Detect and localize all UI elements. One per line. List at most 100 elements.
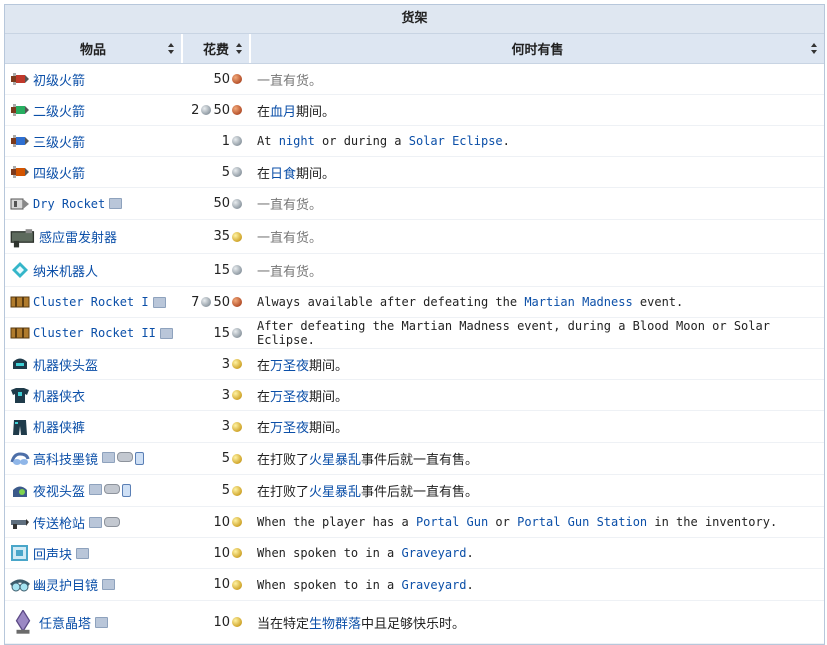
silver-coin-icon: [232, 136, 242, 146]
console-icon: [104, 516, 121, 527]
sort-icon[interactable]: [236, 43, 243, 54]
header-item[interactable]: 物品: [5, 34, 183, 63]
availability-cell: 一直有货。: [251, 227, 824, 246]
header-item-label: 物品: [79, 43, 106, 58]
item-link[interactable]: 初级火箭: [33, 70, 85, 89]
cost-amount: 2: [191, 102, 200, 118]
desktop-icon: [95, 616, 109, 628]
cost-cell: 3: [183, 358, 251, 371]
header-when[interactable]: 何时有售: [251, 34, 824, 63]
platform-icons: [95, 616, 109, 628]
item-link[interactable]: 夜视头盔: [33, 481, 85, 500]
item-link[interactable]: 二级火箭: [33, 101, 85, 120]
item-link[interactable]: 四级火箭: [33, 163, 85, 182]
condition-link[interactable]: 万圣夜: [270, 359, 309, 374]
rocket-icon[interactable]: [10, 163, 30, 181]
item-link[interactable]: 三级火箭: [33, 132, 85, 151]
condition-link[interactable]: 日食: [270, 167, 296, 182]
proximity-mine-launcher-icon[interactable]: [10, 225, 36, 249]
item-link[interactable]: 机器侠衣: [33, 386, 85, 405]
availability-cell: When spoken to in a Graveyard.: [251, 546, 824, 560]
item-cell: 感应雷发射器: [5, 225, 183, 249]
shirt-icon[interactable]: [10, 386, 30, 404]
condition-link[interactable]: 生物群落: [309, 617, 361, 632]
desktop-icon: [89, 516, 103, 528]
condition-link[interactable]: night: [279, 134, 315, 148]
cluster-rocket-icon[interactable]: [10, 293, 30, 311]
availability-cell: 一直有货。: [251, 261, 824, 280]
condition-link[interactable]: Graveyard: [402, 546, 467, 560]
condition-link[interactable]: Solar Eclipse: [409, 134, 503, 148]
condition-text: 一直有货。: [257, 73, 323, 89]
table-row: 高科技墨镜 5 在打败了火星暴乱事件后就一直有售。: [5, 443, 824, 475]
item-link[interactable]: 幽灵护目镜: [33, 575, 98, 594]
condition-link[interactable]: Portal Gun Station: [517, 515, 647, 529]
goggles-icon[interactable]: [10, 450, 30, 468]
helmet-icon[interactable]: [10, 355, 30, 373]
pylon-icon[interactable]: [10, 609, 36, 634]
condition-link[interactable]: 万圣夜: [270, 421, 309, 436]
condition-link[interactable]: Portal Gun: [416, 515, 488, 529]
item-link[interactable]: Cluster Rocket II: [33, 326, 156, 340]
cost-cell: 5: [183, 484, 251, 497]
pants-icon[interactable]: [10, 418, 30, 436]
item-link[interactable]: 高科技墨镜: [33, 449, 98, 468]
item-link[interactable]: 机器侠头盔: [33, 355, 98, 374]
gold-coin-icon: [232, 617, 242, 627]
cost-amount: 7: [191, 294, 200, 310]
cost-cell: 2 50: [183, 104, 251, 117]
spectre-goggles-icon[interactable]: [10, 576, 30, 594]
condition-link[interactable]: 血月: [270, 105, 296, 120]
condition-link[interactable]: 火星暴乱: [309, 485, 361, 500]
item-cell: 传送枪站: [5, 513, 183, 532]
condition-link[interactable]: 火星暴乱: [309, 453, 361, 468]
item-link[interactable]: Cluster Rocket I: [33, 295, 149, 309]
platform-icons: [89, 516, 121, 528]
cost-amount: 10: [213, 514, 230, 530]
rocket-icon[interactable]: [10, 70, 30, 88]
header-cost[interactable]: 花费: [183, 34, 251, 63]
dry-rocket-icon[interactable]: [10, 195, 30, 213]
condition-text: 在打败了: [257, 453, 310, 468]
table-row: 夜视头盔 5 在打败了火星暴乱事件后就一直有售。: [5, 475, 824, 507]
cost-cell: 15: [183, 327, 251, 340]
rocket-icon[interactable]: [10, 101, 30, 119]
condition-link[interactable]: Martian Madness: [524, 295, 632, 309]
item-link[interactable]: Dry Rocket: [33, 197, 105, 211]
condition-text: .: [466, 546, 474, 560]
night-vision-icon[interactable]: [10, 482, 30, 500]
item-link[interactable]: 机器侠裤: [33, 417, 85, 436]
condition-link[interactable]: 万圣夜: [270, 390, 309, 405]
table-row: 机器侠裤 3 在万圣夜期间。: [5, 411, 824, 443]
availability-cell: When spoken to in a Graveyard.: [251, 578, 824, 592]
item-link[interactable]: 感应雷发射器: [39, 227, 117, 246]
availability-cell: 在日食期间。: [251, 163, 824, 182]
cost-cell: 5: [183, 166, 251, 179]
silver-coin-icon: [232, 328, 242, 338]
item-cell: 夜视头盔: [5, 481, 183, 500]
item-cell: Dry Rocket: [5, 195, 183, 213]
item-link[interactable]: 回声块: [33, 544, 72, 563]
sort-icon[interactable]: [811, 43, 818, 54]
item-link[interactable]: 纳米机器人: [33, 261, 98, 280]
cluster-rocket-icon[interactable]: [10, 324, 30, 342]
item-cell: Cluster Rocket I: [5, 293, 183, 311]
rocket-icon[interactable]: [10, 132, 30, 150]
cost-cell: 5: [183, 452, 251, 465]
nanites-icon[interactable]: [10, 261, 30, 279]
platform-icons: [159, 327, 173, 339]
echo-block-icon[interactable]: [10, 544, 30, 562]
desktop-icon: [109, 198, 123, 209]
condition-text: At: [257, 134, 279, 148]
condition-link[interactable]: Graveyard: [402, 578, 467, 592]
item-link[interactable]: 任意晶塔: [39, 613, 91, 632]
availability-cell: 当在特定生物群落中且足够快乐时。: [251, 613, 824, 632]
condition-text: 在: [257, 166, 271, 182]
table-caption: 货架: [5, 5, 824, 34]
item-cell: Cluster Rocket II: [5, 324, 183, 342]
portal-gun-station-icon[interactable]: [10, 513, 30, 531]
cost-cell: 3: [183, 389, 251, 402]
sort-icon[interactable]: [168, 43, 175, 54]
cost-amount: 5: [221, 451, 230, 466]
item-link[interactable]: 传送枪站: [33, 513, 85, 532]
